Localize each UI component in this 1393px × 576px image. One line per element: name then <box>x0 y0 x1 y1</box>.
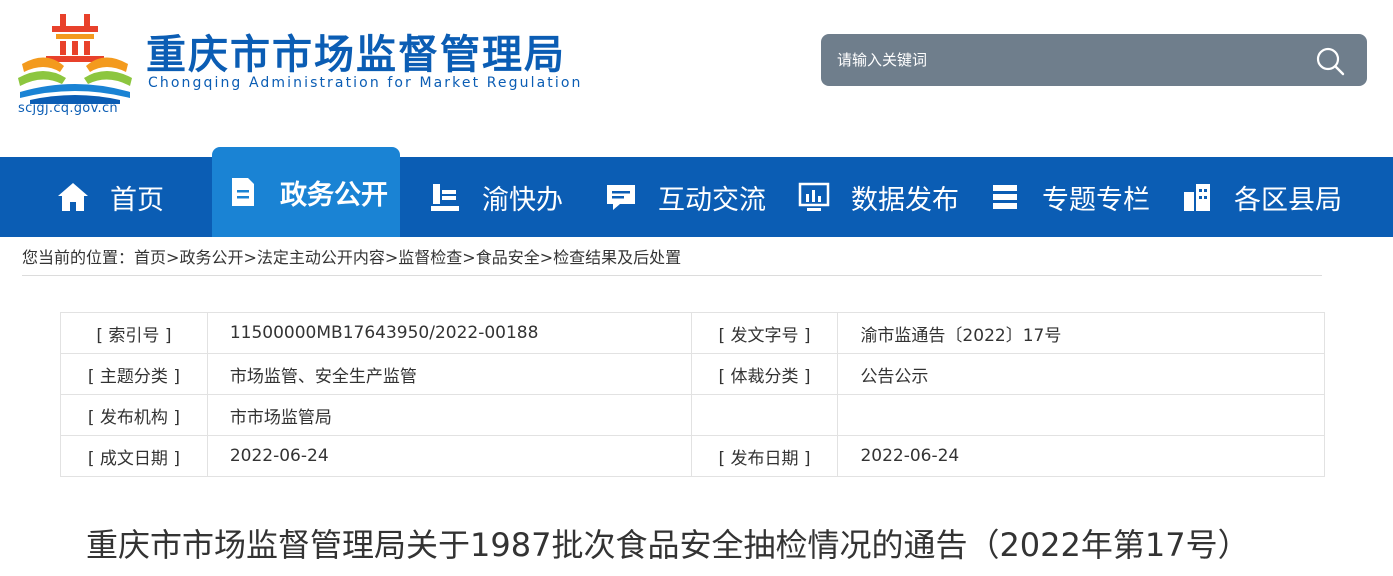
logo-emblem-icon[interactable] <box>16 12 134 104</box>
table-row: [ 主题分类 ] 市场监管、安全生产监管 [ 体裁分类 ] 公告公示 <box>60 353 1325 395</box>
info-key: [ 发布日期 ] <box>690 435 839 477</box>
home-icon <box>58 183 88 211</box>
nav-item-special-topics[interactable]: 专题专栏 <box>988 157 1150 237</box>
breadcrumb-separator: > <box>539 248 554 267</box>
breadcrumb: 您当前的位置：首页>政务公开>法定主动公开内容>监督检查>食品安全>检查结果及后… <box>22 244 1322 276</box>
nav-item-label: 各区县局 <box>1234 184 1342 216</box>
nav-item-label: 互动交流 <box>658 184 766 216</box>
info-value: 2022-06-24 <box>837 435 1325 477</box>
nav-item-label: 专题专栏 <box>1042 184 1150 216</box>
table-row: [ 成文日期 ] 2022-06-24 [ 发布日期 ] 2022-06-24 <box>60 435 1325 477</box>
breadcrumb-link-supervision[interactable]: 监督检查 <box>398 248 462 267</box>
info-value: 2022-06-24 <box>206 435 692 477</box>
site-header: scjgj.cq.gov.cn 重庆市市场监督管理局 Chongqing Adm… <box>0 0 1393 157</box>
breadcrumb-link-food-safety[interactable]: 食品安全 <box>476 248 540 267</box>
book-stack-icon <box>431 184 459 211</box>
table-row: [ 索引号 ] 11500000MB17643950/2022-00188 [ … <box>60 312 1325 354</box>
site-subtitle: Chongqing Administration for Market Regu… <box>148 75 583 91</box>
breadcrumb-link-results[interactable]: 检查结果及后处置 <box>553 248 681 267</box>
document-icon <box>232 178 254 206</box>
site-title[interactable]: 重庆市市场监督管理局 <box>146 22 566 80</box>
info-value: 渝市监通告〔2022〕17号 <box>837 312 1325 354</box>
info-value: 市市场监管局 <box>206 394 692 436</box>
info-value <box>837 394 1325 436</box>
nav-item-label: 首页 <box>110 184 164 216</box>
info-key: [ 发布机构 ] <box>60 394 208 436</box>
info-key <box>690 394 839 436</box>
search-input[interactable] <box>837 46 1297 74</box>
nav-item-label: 政务公开 <box>280 179 388 211</box>
info-key: [ 发文字号 ] <box>690 312 839 354</box>
nav-item-district-bureaus[interactable]: 各区县局 <box>1180 157 1342 237</box>
info-key: [ 主题分类 ] <box>60 353 208 395</box>
info-value: 11500000MB17643950/2022-00188 <box>206 312 692 354</box>
info-value: 公告公示 <box>837 353 1325 395</box>
breadcrumb-separator: > <box>166 248 180 267</box>
info-key: [ 体裁分类 ] <box>690 353 839 395</box>
breadcrumb-link-statutory-disclosure[interactable]: 法定主动公开内容 <box>257 248 385 267</box>
breadcrumb-link-government-affairs[interactable]: 政务公开 <box>179 248 243 267</box>
nav-item-interaction[interactable]: 互动交流 <box>604 157 766 237</box>
search-bar <box>821 34 1367 86</box>
nav-item-label: 数据发布 <box>851 184 959 216</box>
article-title: 重庆市市场监督管理局关于1987批次食品安全抽检情况的通告（2022年第17号） <box>86 526 1250 564</box>
info-key: [ 成文日期 ] <box>60 435 208 477</box>
info-value: 市场监管、安全生产监管 <box>206 353 692 395</box>
nav-item-label: 渝快办 <box>482 184 563 216</box>
columns-icon <box>993 185 1017 209</box>
info-key: [ 索引号 ] <box>60 312 208 354</box>
breadcrumb-separator: > <box>384 248 399 267</box>
nav-item-government-affairs[interactable]: 政务公开 <box>212 147 400 237</box>
breadcrumb-separator: > <box>243 248 257 267</box>
breadcrumb-link-home[interactable]: 首页 <box>134 248 166 267</box>
main-nav: 首页 政务公开 渝快办 互动交流 数据发布 专题专栏 各区县局 <box>0 147 1393 237</box>
document-info-table: [ 索引号 ] 11500000MB17643950/2022-00188 [ … <box>60 312 1325 477</box>
search-icon[interactable] <box>1315 46 1345 76</box>
breadcrumb-separator: > <box>462 248 476 267</box>
nav-item-yukuaiban[interactable]: 渝快办 <box>428 157 563 237</box>
chat-icon <box>607 185 635 210</box>
monitor-chart-icon <box>798 182 830 211</box>
table-row: [ 发布机构 ] 市市场监管局 <box>60 394 1325 436</box>
site-domain: scjgj.cq.gov.cn <box>18 101 118 116</box>
nav-item-data-release[interactable]: 数据发布 <box>797 157 959 237</box>
nav-item-home[interactable]: 首页 <box>56 157 164 237</box>
breadcrumb-prefix: 您当前的位置： <box>22 248 135 267</box>
buildings-icon <box>1184 184 1210 211</box>
